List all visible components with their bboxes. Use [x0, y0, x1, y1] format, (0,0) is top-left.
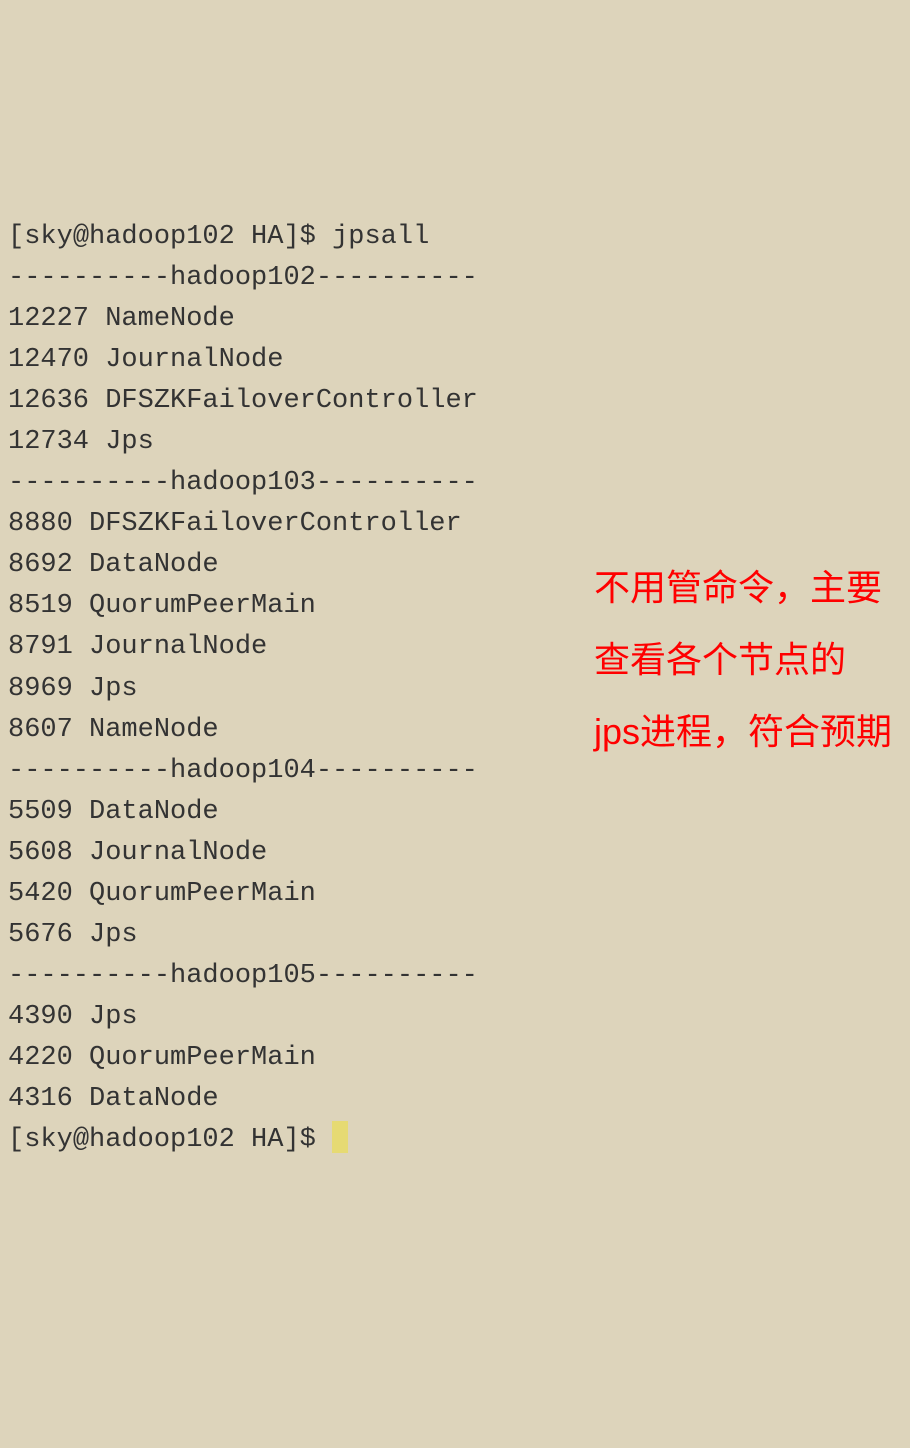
process-line: 12227 NameNode: [8, 299, 902, 340]
prompt-user: sky: [24, 1125, 73, 1155]
process-pid: 4316: [8, 1084, 73, 1114]
process-pid: 4220: [8, 1043, 73, 1073]
process-name: DataNode: [89, 797, 219, 827]
prompt-symbol: $: [300, 222, 316, 252]
process-pid: 5676: [8, 920, 73, 950]
process-pid: 5420: [8, 879, 73, 909]
process-line: 5608 JournalNode: [8, 833, 902, 874]
separator-line: ----------hadoop103----------: [8, 463, 902, 504]
process-name: DataNode: [89, 550, 219, 580]
separator-line: ----------hadoop102----------: [8, 258, 902, 299]
process-line: 12636 DFSZKFailoverController: [8, 381, 902, 422]
process-pid: 8880: [8, 509, 73, 539]
process-pid: 12734: [8, 427, 89, 457]
process-pid: 8692: [8, 550, 73, 580]
process-pid: 8519: [8, 591, 73, 621]
prompt-symbol: $: [300, 1125, 316, 1155]
process-pid: 8791: [8, 632, 73, 662]
prompt-line-2[interactable]: [sky@hadoop102 HA]$: [8, 1120, 902, 1161]
separator-line: ----------hadoop105----------: [8, 956, 902, 997]
process-name: Jps: [89, 674, 138, 704]
process-pid: 5608: [8, 838, 73, 868]
process-pid: 4390: [8, 1002, 73, 1032]
process-name: QuorumPeerMain: [89, 591, 316, 621]
process-pid: 12636: [8, 386, 89, 416]
process-name: NameNode: [105, 304, 235, 334]
annotation-line-2: 查看各个节点的: [594, 624, 892, 696]
process-name: NameNode: [89, 715, 219, 745]
command-text: jpsall: [332, 222, 429, 252]
annotation-line-1: 不用管命令，主要: [594, 552, 892, 624]
process-line: 12734 Jps: [8, 422, 902, 463]
annotation-line-3: jps进程，符合预期: [594, 696, 892, 768]
process-name: JournalNode: [105, 345, 283, 375]
process-name: Jps: [89, 1002, 138, 1032]
prompt-line-1: [sky@hadoop102 HA]$ jpsall: [8, 217, 902, 258]
process-line: 5676 Jps: [8, 915, 902, 956]
cursor-icon: [332, 1121, 348, 1153]
process-name: Jps: [105, 427, 154, 457]
process-pid: 12470: [8, 345, 89, 375]
prompt-dir: HA: [251, 222, 283, 252]
process-line: 4390 Jps: [8, 997, 902, 1038]
process-pid: 12227: [8, 304, 89, 334]
process-pid: 5509: [8, 797, 73, 827]
prompt-host: hadoop102: [89, 1125, 235, 1155]
process-name: DFSZKFailoverController: [89, 509, 462, 539]
process-line: 5420 QuorumPeerMain: [8, 874, 902, 915]
prompt-user: sky: [24, 222, 73, 252]
process-name: DataNode: [89, 1084, 219, 1114]
process-pid: 8607: [8, 715, 73, 745]
process-name: Jps: [89, 920, 138, 950]
process-name: DFSZKFailoverController: [105, 386, 478, 416]
process-name: JournalNode: [89, 632, 267, 662]
annotation-text: 不用管命令，主要 查看各个节点的 jps进程，符合预期: [594, 552, 892, 768]
process-name: QuorumPeerMain: [89, 879, 316, 909]
process-pid: 8969: [8, 674, 73, 704]
process-line: 8880 DFSZKFailoverController: [8, 504, 902, 545]
prompt-dir: HA: [251, 1125, 283, 1155]
prompt-host: hadoop102: [89, 222, 235, 252]
process-line: 5509 DataNode: [8, 792, 902, 833]
process-name: JournalNode: [89, 838, 267, 868]
process-line: 12470 JournalNode: [8, 340, 902, 381]
process-line: 4220 QuorumPeerMain: [8, 1038, 902, 1079]
process-line: 4316 DataNode: [8, 1079, 902, 1120]
process-name: QuorumPeerMain: [89, 1043, 316, 1073]
